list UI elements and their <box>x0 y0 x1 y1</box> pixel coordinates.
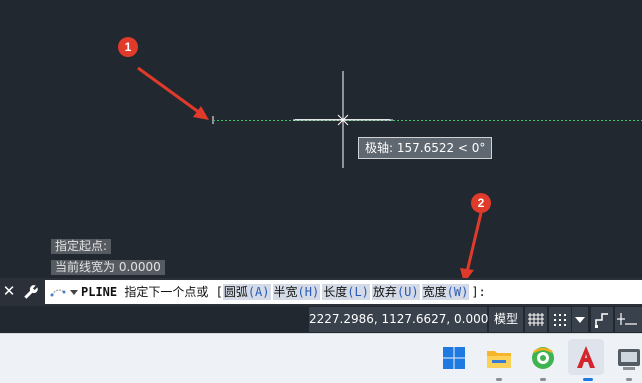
command-history-line-1: 指定起点: <box>51 239 112 254</box>
running-indicator <box>626 378 632 381</box>
running-indicator <box>496 378 502 381</box>
file-explorer-icon[interactable] <box>484 343 514 373</box>
command-recent-icon[interactable] <box>48 285 80 299</box>
option-arc[interactable]: 圆弧(A) <box>222 284 271 300</box>
command-suffix: ]: <box>471 285 486 299</box>
model-space-button[interactable]: 模型 <box>489 307 523 332</box>
active-indicator <box>583 378 593 381</box>
callout-arrowhead-2 <box>460 268 474 278</box>
coordinate-readout[interactable]: 2227.2986, 1127.6627, 0.0000 <box>309 307 496 332</box>
command-prompt: 指定下一个点或 [ <box>124 285 223 299</box>
command-name: PLINE <box>81 285 118 299</box>
option-halfwidth[interactable]: 半宽(H) <box>272 284 321 300</box>
option-width[interactable]: 宽度(W) <box>421 284 470 300</box>
browser-icon[interactable] <box>528 343 558 373</box>
option-undo[interactable]: 放弃(U) <box>371 284 420 300</box>
chevron-down-icon[interactable] <box>572 307 588 332</box>
callout-arrow-1 <box>137 66 201 115</box>
windows-start-icon[interactable] <box>439 343 469 373</box>
ortho-icon[interactable] <box>591 307 613 332</box>
command-input[interactable]: PLINE 指定下一个点或 [圆弧(A) 半宽(H) 长度(L) 放弃(U) 宽度(W)… <box>45 280 642 304</box>
option-length[interactable]: 长度(L) <box>322 284 370 300</box>
running-indicator <box>540 378 546 381</box>
drawing-area <box>137 66 642 278</box>
polar-tooltip: 极轴: 157.6522 < 0° <box>358 137 493 159</box>
status-bar: 2227.2986, 1127.6627, 0.0000 模型 <box>0 306 642 333</box>
close-icon[interactable]: ✕ <box>0 278 18 306</box>
callout-2: 2 <box>471 193 491 213</box>
wrench-icon[interactable] <box>20 278 42 306</box>
callout-arrow-2 <box>465 212 483 273</box>
grid-icon[interactable] <box>525 307 547 332</box>
command-history-line-2: 当前线宽为 0.0000 <box>51 260 165 275</box>
callout-1: 1 <box>118 37 138 57</box>
app-icon[interactable] <box>614 343 642 373</box>
windows-taskbar <box>0 333 642 383</box>
snap-icon[interactable] <box>549 307 571 332</box>
polar-tracking-icon[interactable] <box>615 307 642 332</box>
autocad-icon[interactable] <box>568 339 604 375</box>
command-line: ✕ PLINE 指定下一个点或 [圆弧(A) 半宽(H) 长度(L) 放弃(U) 宽度(… <box>0 278 642 306</box>
drawing-canvas[interactable]: 1 2 极轴: 157.6522 < 0° 指定起点: 当前线宽为 0.0000 <box>0 0 642 278</box>
